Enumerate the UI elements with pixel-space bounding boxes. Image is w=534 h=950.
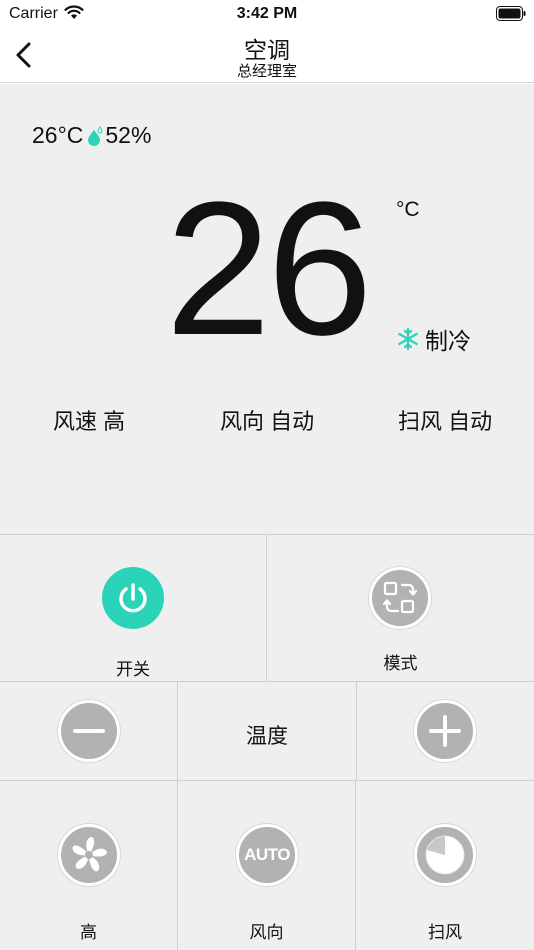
- swing-label: 扫风: [428, 923, 462, 942]
- mode-button[interactable]: [369, 567, 431, 629]
- room-temperature: 26°C: [32, 122, 84, 148]
- fan-speed-button[interactable]: [58, 824, 120, 886]
- fan-direction-status: 风向 自动: [220, 409, 315, 434]
- control-row-3: 高 AUTO 风向 扫风: [0, 780, 534, 950]
- snowflake-icon: [398, 328, 418, 350]
- mode-button-label: 模式: [383, 654, 418, 673]
- mode-label: 制冷: [425, 328, 471, 354]
- temperature-label: 温度: [246, 725, 288, 748]
- mode-cell[interactable]: 模式: [267, 535, 534, 681]
- ac-display-panel: 26°C 52% 26 °C 制冷 风速 高 风向 自动 扫风 自动: [0, 84, 534, 534]
- nav-bar: 空调 总经理室: [0, 28, 534, 83]
- direction-label: 风向: [249, 923, 284, 942]
- humidity-drop-icon: [88, 125, 103, 146]
- control-row-2: 温度: [0, 681, 534, 780]
- fan-speed-label: 高: [80, 923, 97, 942]
- minus-icon: [73, 729, 105, 733]
- fan-speed-cell[interactable]: 高: [0, 781, 178, 950]
- plus-icon: [429, 715, 461, 747]
- mode-switch-icon: [382, 581, 418, 614]
- status-time: 3:42 PM: [236, 5, 298, 22]
- fan-icon: [72, 837, 107, 872]
- page-subtitle: 总经理室: [236, 63, 297, 80]
- temp-up-button[interactable]: [414, 700, 476, 762]
- swing-icon: [425, 835, 465, 875]
- fan-speed-status: 风速 高: [53, 409, 126, 434]
- power-label: 开关: [116, 660, 150, 679]
- temp-label-cell: 温度: [178, 682, 357, 780]
- temp-down-cell[interactable]: [0, 682, 178, 780]
- temperature-unit: °C: [396, 198, 420, 221]
- control-row-1: 开关 模式: [0, 534, 534, 681]
- direction-cell[interactable]: AUTO 风向: [178, 781, 356, 950]
- status-bar: Carrier 3:42 PM: [0, 0, 534, 28]
- current-mode: 制冷: [397, 322, 471, 356]
- temp-up-cell[interactable]: [357, 682, 534, 780]
- swing-button[interactable]: [414, 824, 476, 886]
- temp-down-button[interactable]: [58, 700, 120, 762]
- swing-cell[interactable]: 扫风: [356, 781, 534, 950]
- power-button[interactable]: [102, 567, 164, 629]
- humidity-value: 52%: [105, 122, 152, 148]
- power-icon: [119, 583, 147, 613]
- environment-readout: 26°C 52%: [32, 122, 151, 149]
- auto-icon: AUTO: [244, 845, 290, 864]
- battery-icon: [496, 6, 526, 21]
- swing-status: 扫风 自动: [398, 409, 493, 434]
- direction-button[interactable]: AUTO: [236, 824, 298, 886]
- power-cell[interactable]: 开关: [0, 535, 267, 681]
